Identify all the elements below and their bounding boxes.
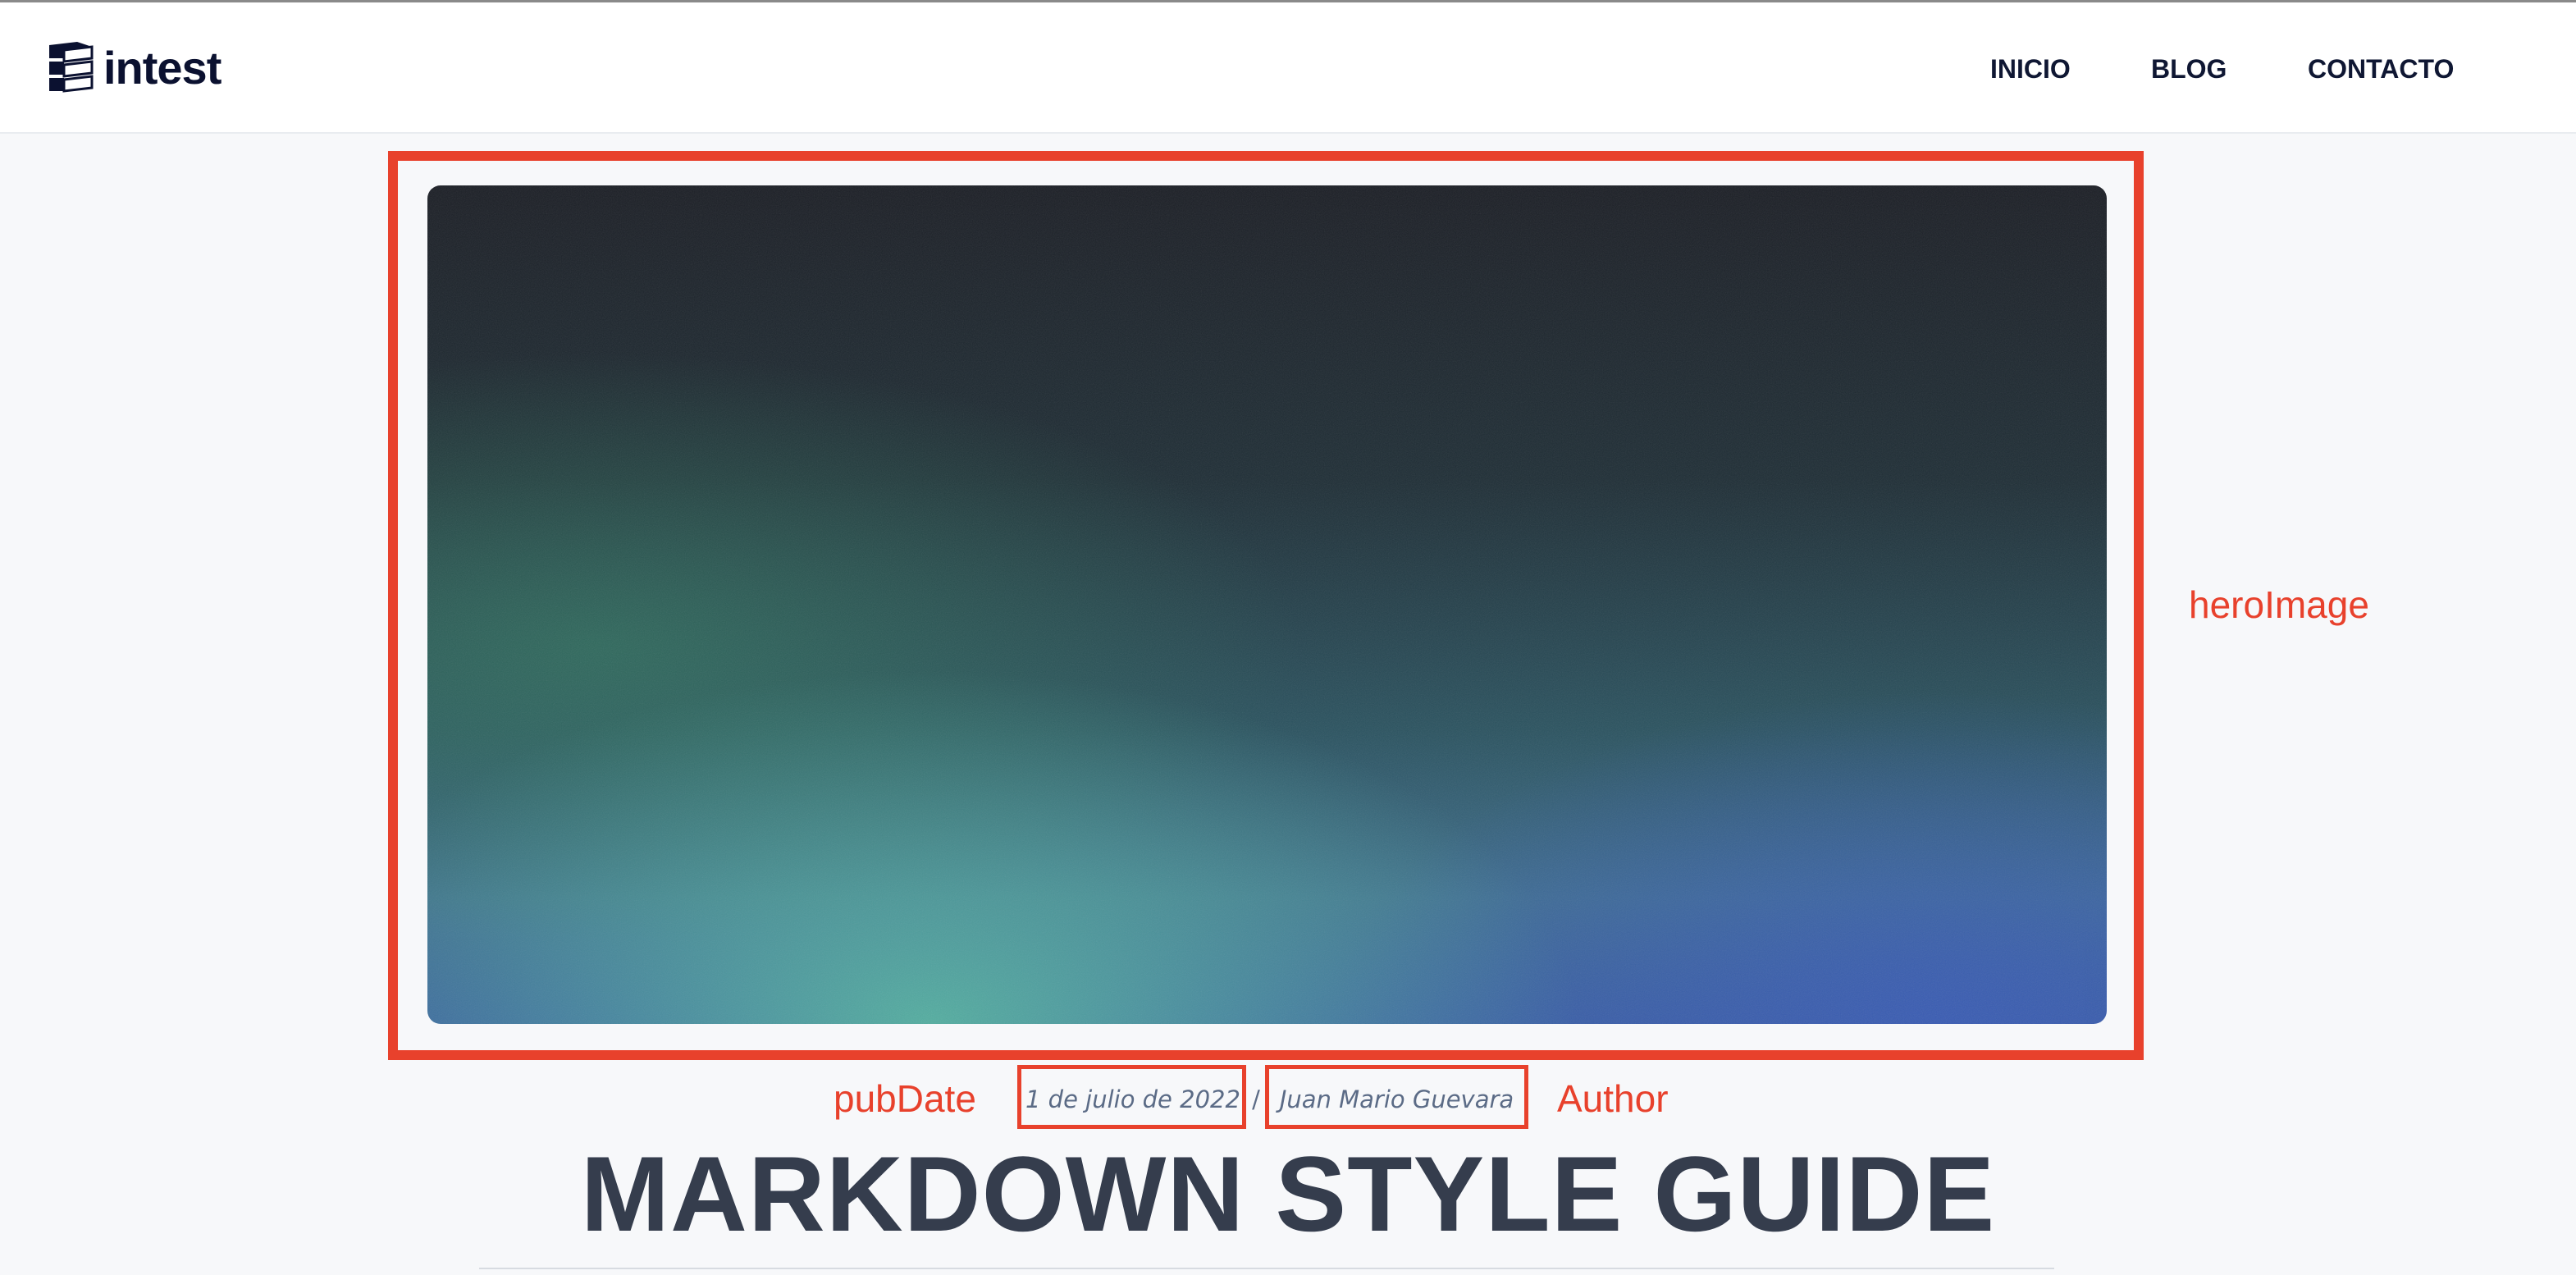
- logo-text: intest: [103, 41, 222, 94]
- pubdate-annotation-label: pubDate: [834, 1077, 976, 1120]
- post-title: MARKDOWN STYLE GUIDE: [580, 1134, 1996, 1254]
- site-header: intest INICIO BLOG CONTACTO: [0, 2, 2576, 134]
- title-divider: [479, 1268, 2054, 1269]
- main-nav: INICIO BLOG CONTACTO: [1969, 48, 2494, 89]
- stacked-books-icon: [49, 42, 94, 93]
- meta-separator: /: [1252, 1085, 1260, 1113]
- nav-link-inicio[interactable]: INICIO: [1990, 48, 2071, 89]
- author-annotation-label: Author: [1557, 1077, 1669, 1120]
- hero-image-annotation-label: heroImage: [2189, 583, 2369, 626]
- hero-image: [427, 185, 2107, 1024]
- post-author: Juan Mario Guevara: [1279, 1085, 1514, 1113]
- post-pub-date: 1 de julio de 2022: [1025, 1085, 1240, 1113]
- nav-link-blog[interactable]: BLOG: [2151, 48, 2227, 89]
- hero-noise-texture: [427, 185, 2107, 1024]
- nav-link-contacto[interactable]: CONTACTO: [2308, 48, 2454, 89]
- site-logo[interactable]: intest: [44, 40, 222, 94]
